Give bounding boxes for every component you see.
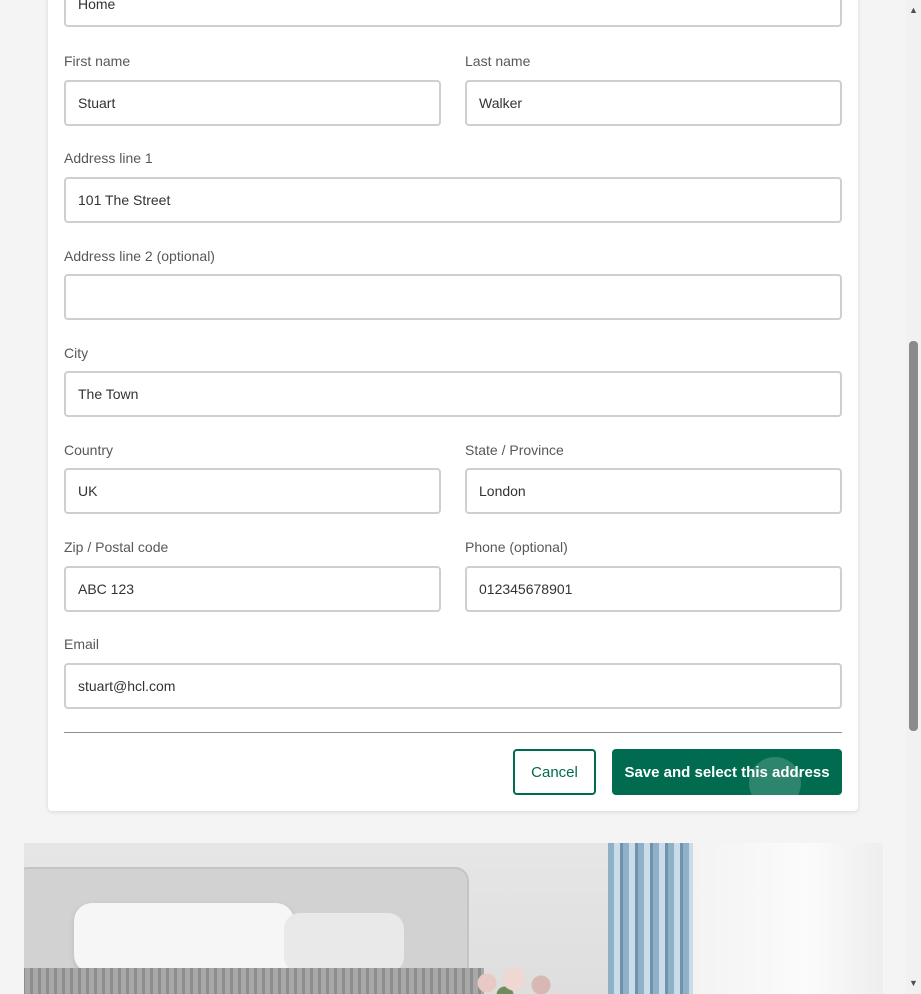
scrollbar-thumb[interactable] [909,341,918,731]
state-province-input[interactable]: London [465,468,842,514]
scroll-up-icon[interactable]: ▲ [906,3,921,17]
address-line-2-label: Address line 2 (optional) [64,248,215,264]
window-shape [693,843,883,994]
flower-vase-shape [469,963,559,994]
email-label: Email [64,636,100,652]
email-input[interactable]: stuart@hcl.com [64,663,842,709]
first-name-input[interactable]: Stuart [64,80,441,126]
scroll-down-icon[interactable]: ▼ [906,976,921,990]
address-line-2-input[interactable] [64,274,842,320]
cancel-button[interactable]: Cancel [513,749,596,795]
phone-label: Phone (optional) [465,539,568,555]
phone-input[interactable]: 012345678901 [465,566,842,612]
country-input[interactable]: UK [64,468,441,514]
address-line-1-label: Address line 1 [64,150,153,166]
pillow-shape [284,913,404,973]
form-divider [64,732,842,733]
save-button-label: Save and select this address [624,763,830,781]
bedroom-promo-image [24,843,883,994]
first-name-label: First name [64,53,131,69]
save-and-select-address-button[interactable]: Save and select this address [612,749,842,795]
state-province-label: State / Province [465,442,564,458]
zip-postal-code-label: Zip / Postal code [64,539,169,555]
knit-blanket-shape [24,968,484,994]
city-input[interactable]: The Town [64,371,842,417]
page-scrollbar[interactable]: ▲ ▼ [906,0,921,994]
curtain-shape [608,843,693,994]
address-line-1-input[interactable]: 101 The Street [64,177,842,223]
last-name-label: Last name [465,53,531,69]
nickname-input[interactable]: Home [64,0,842,27]
last-name-input[interactable]: Walker [465,80,842,126]
city-label: City [64,345,89,361]
zip-postal-code-input[interactable]: ABC 123 [64,566,441,612]
country-label: Country [64,442,114,458]
pillow-shape [74,903,294,973]
